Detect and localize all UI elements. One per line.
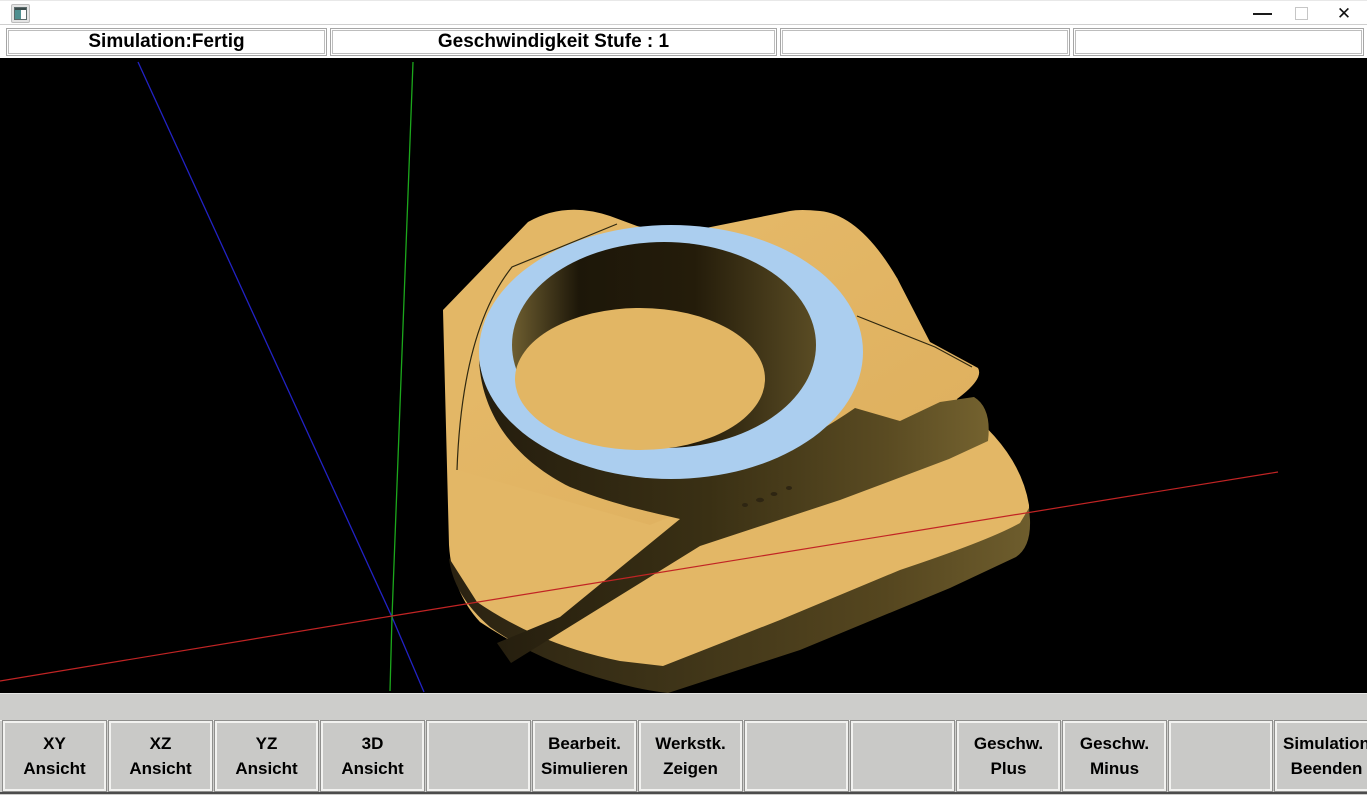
close-icon: ✕ [1337, 4, 1351, 23]
app-icon-titlebar [15, 8, 26, 10]
bottom-toolbar: XY Ansicht XZ Ansicht YZ Ansicht 3D Ansi… [0, 693, 1367, 795]
button-3d-ansicht[interactable]: 3D Ansicht [321, 721, 424, 791]
app-menu-button[interactable] [11, 4, 30, 23]
minimize-icon [1253, 13, 1272, 15]
button-empty-slot-4[interactable] [1169, 721, 1272, 791]
button-geschw-plus[interactable]: Geschw. Plus [957, 721, 1060, 791]
status-bar: Simulation:Fertig Geschwindigkeit Stufe … [0, 26, 1367, 58]
button-simulation-beenden[interactable]: Simulation Beenden [1275, 721, 1367, 791]
button-empty-slot-1[interactable] [427, 721, 530, 791]
button-yz-ansicht[interactable]: YZ Ansicht [215, 721, 318, 791]
status-speed-level: Geschwindigkeit Stufe : 1 [330, 28, 777, 56]
app-window-icon [14, 7, 27, 20]
button-xy-ansicht[interactable]: XY Ansicht [3, 721, 106, 791]
button-bearbeit-simulieren[interactable]: Bearbeit. Simulieren [533, 721, 636, 791]
z-axis-line [138, 62, 424, 692]
simulation-viewport[interactable] [0, 58, 1367, 693]
status-simulation-state: Simulation:Fertig [6, 28, 327, 56]
workpiece-3d-scene [0, 58, 1367, 693]
workpiece-pocket-floor [515, 308, 765, 450]
application-window: ✕ Simulation:Fertig Geschwindigkeit Stuf… [0, 0, 1367, 795]
button-xz-ansicht[interactable]: XZ Ansicht [109, 721, 212, 791]
y-axis-line [390, 62, 413, 691]
status-panel-empty-2 [1073, 28, 1364, 56]
title-bar: ✕ [0, 0, 1367, 25]
toolbar-bottom-line [0, 792, 1367, 794]
app-icon-pane [15, 9, 21, 19]
maximize-icon [1295, 7, 1308, 20]
button-empty-slot-2[interactable] [745, 721, 848, 791]
status-panel-empty-1 [780, 28, 1070, 56]
maximize-button-disabled [1279, 1, 1325, 26]
button-werkstk-zeigen[interactable]: Werkstk. Zeigen [639, 721, 742, 791]
button-geschw-minus[interactable]: Geschw. Minus [1063, 721, 1166, 791]
close-button[interactable]: ✕ [1321, 1, 1367, 26]
button-empty-slot-3[interactable] [851, 721, 954, 791]
